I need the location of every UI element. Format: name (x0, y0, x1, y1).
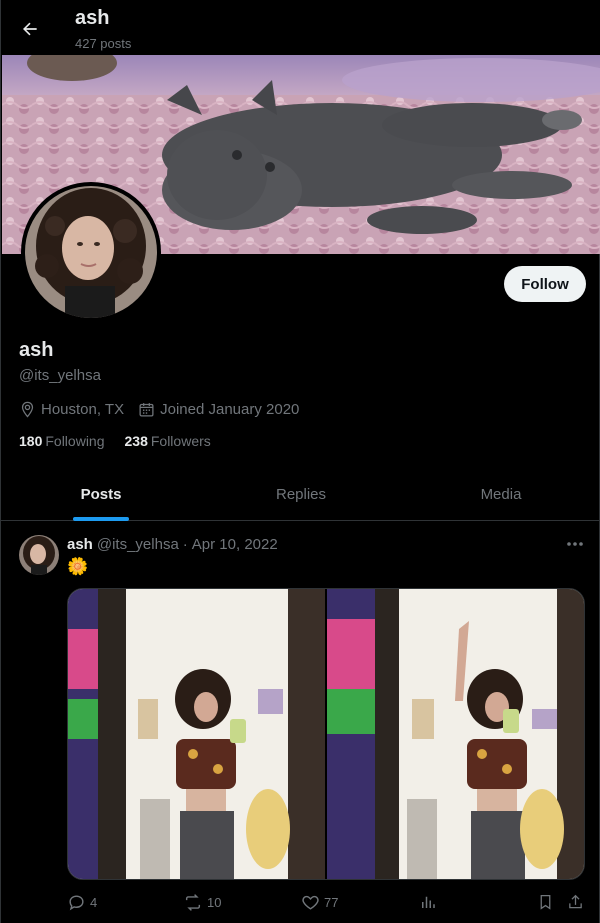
post-author-handle[interactable]: @its_yelhsa (97, 536, 179, 553)
share-icon (569, 894, 582, 909)
profile-avatar[interactable] (21, 182, 161, 322)
post-header: ash @its_yelhsa · Apr 10, 2022 (67, 536, 278, 553)
reply-count: 4 (90, 895, 98, 910)
follow-button[interactable]: Follow (504, 266, 586, 302)
followers-label: Followers (150, 433, 211, 449)
tab-label: Posts (80, 485, 122, 503)
post-actions: 4 10 77 (67, 893, 585, 915)
post-more-button[interactable] (563, 534, 587, 554)
like-button[interactable]: 77 (301, 893, 338, 912)
calendar-icon (139, 403, 154, 417)
post-avatar[interactable] (19, 535, 59, 575)
following-count: 180 (19, 433, 43, 449)
profile-tabs: Posts Replies Media (1, 468, 600, 521)
post-date[interactable]: Apr 10, 2022 (192, 536, 278, 553)
top-bar: ash 427 posts (1, 0, 600, 55)
profile-joined: Joined January 2020 (138, 401, 299, 418)
profile-counts: 180 Following 238 Followers (19, 433, 231, 449)
header-post-count: 427 posts (75, 36, 132, 51)
back-button[interactable] (13, 12, 47, 46)
post-author-name[interactable]: ash (67, 536, 93, 553)
more-horizontal-icon (567, 542, 583, 546)
heart-icon (302, 895, 319, 910)
tab-posts[interactable]: Posts (1, 468, 201, 521)
followers-link[interactable]: 238 Followers (125, 433, 211, 449)
tab-label: Media (480, 485, 522, 503)
arrow-left-icon (23, 22, 37, 36)
post-photo-2[interactable] (327, 589, 584, 879)
map-pin-icon (21, 401, 34, 418)
active-tab-indicator (73, 517, 129, 521)
header-title: ash (75, 7, 110, 29)
reply-icon (69, 895, 84, 911)
reply-button[interactable]: 4 (67, 893, 97, 912)
share-button[interactable] (567, 893, 588, 911)
views-button[interactable] (419, 893, 441, 911)
tab-media[interactable]: Media (401, 468, 600, 520)
tab-label: Replies (275, 485, 327, 503)
profile-meta: Houston, TX Joined January 2020 (19, 401, 313, 418)
repost-button[interactable]: 10 (183, 893, 221, 912)
bookmark-button[interactable] (537, 893, 558, 911)
post-separator: · (182, 536, 188, 553)
followers-count: 238 (124, 433, 148, 449)
profile-display-name: ash (19, 339, 54, 361)
like-count: 77 (324, 895, 339, 910)
post-photo-1[interactable] (68, 589, 325, 879)
bookmark-icon (540, 894, 551, 910)
following-link[interactable]: 180 Following (19, 433, 105, 449)
joined-text: Joined January 2020 (160, 401, 300, 418)
profile-page: ash 427 posts Follow ash @its_yelhsa Hou… (0, 0, 600, 923)
following-label: Following (45, 433, 105, 449)
post-text: 🌼 (67, 557, 89, 576)
profile-location: Houston, TX (19, 401, 124, 418)
repost-count: 10 (207, 895, 222, 910)
repost-icon (185, 894, 201, 911)
location-text: Houston, TX (41, 401, 125, 418)
post-media (67, 588, 585, 880)
profile-handle: @its_yelhsa (19, 367, 101, 384)
analytics-icon (422, 896, 435, 908)
tab-replies[interactable]: Replies (201, 468, 401, 520)
